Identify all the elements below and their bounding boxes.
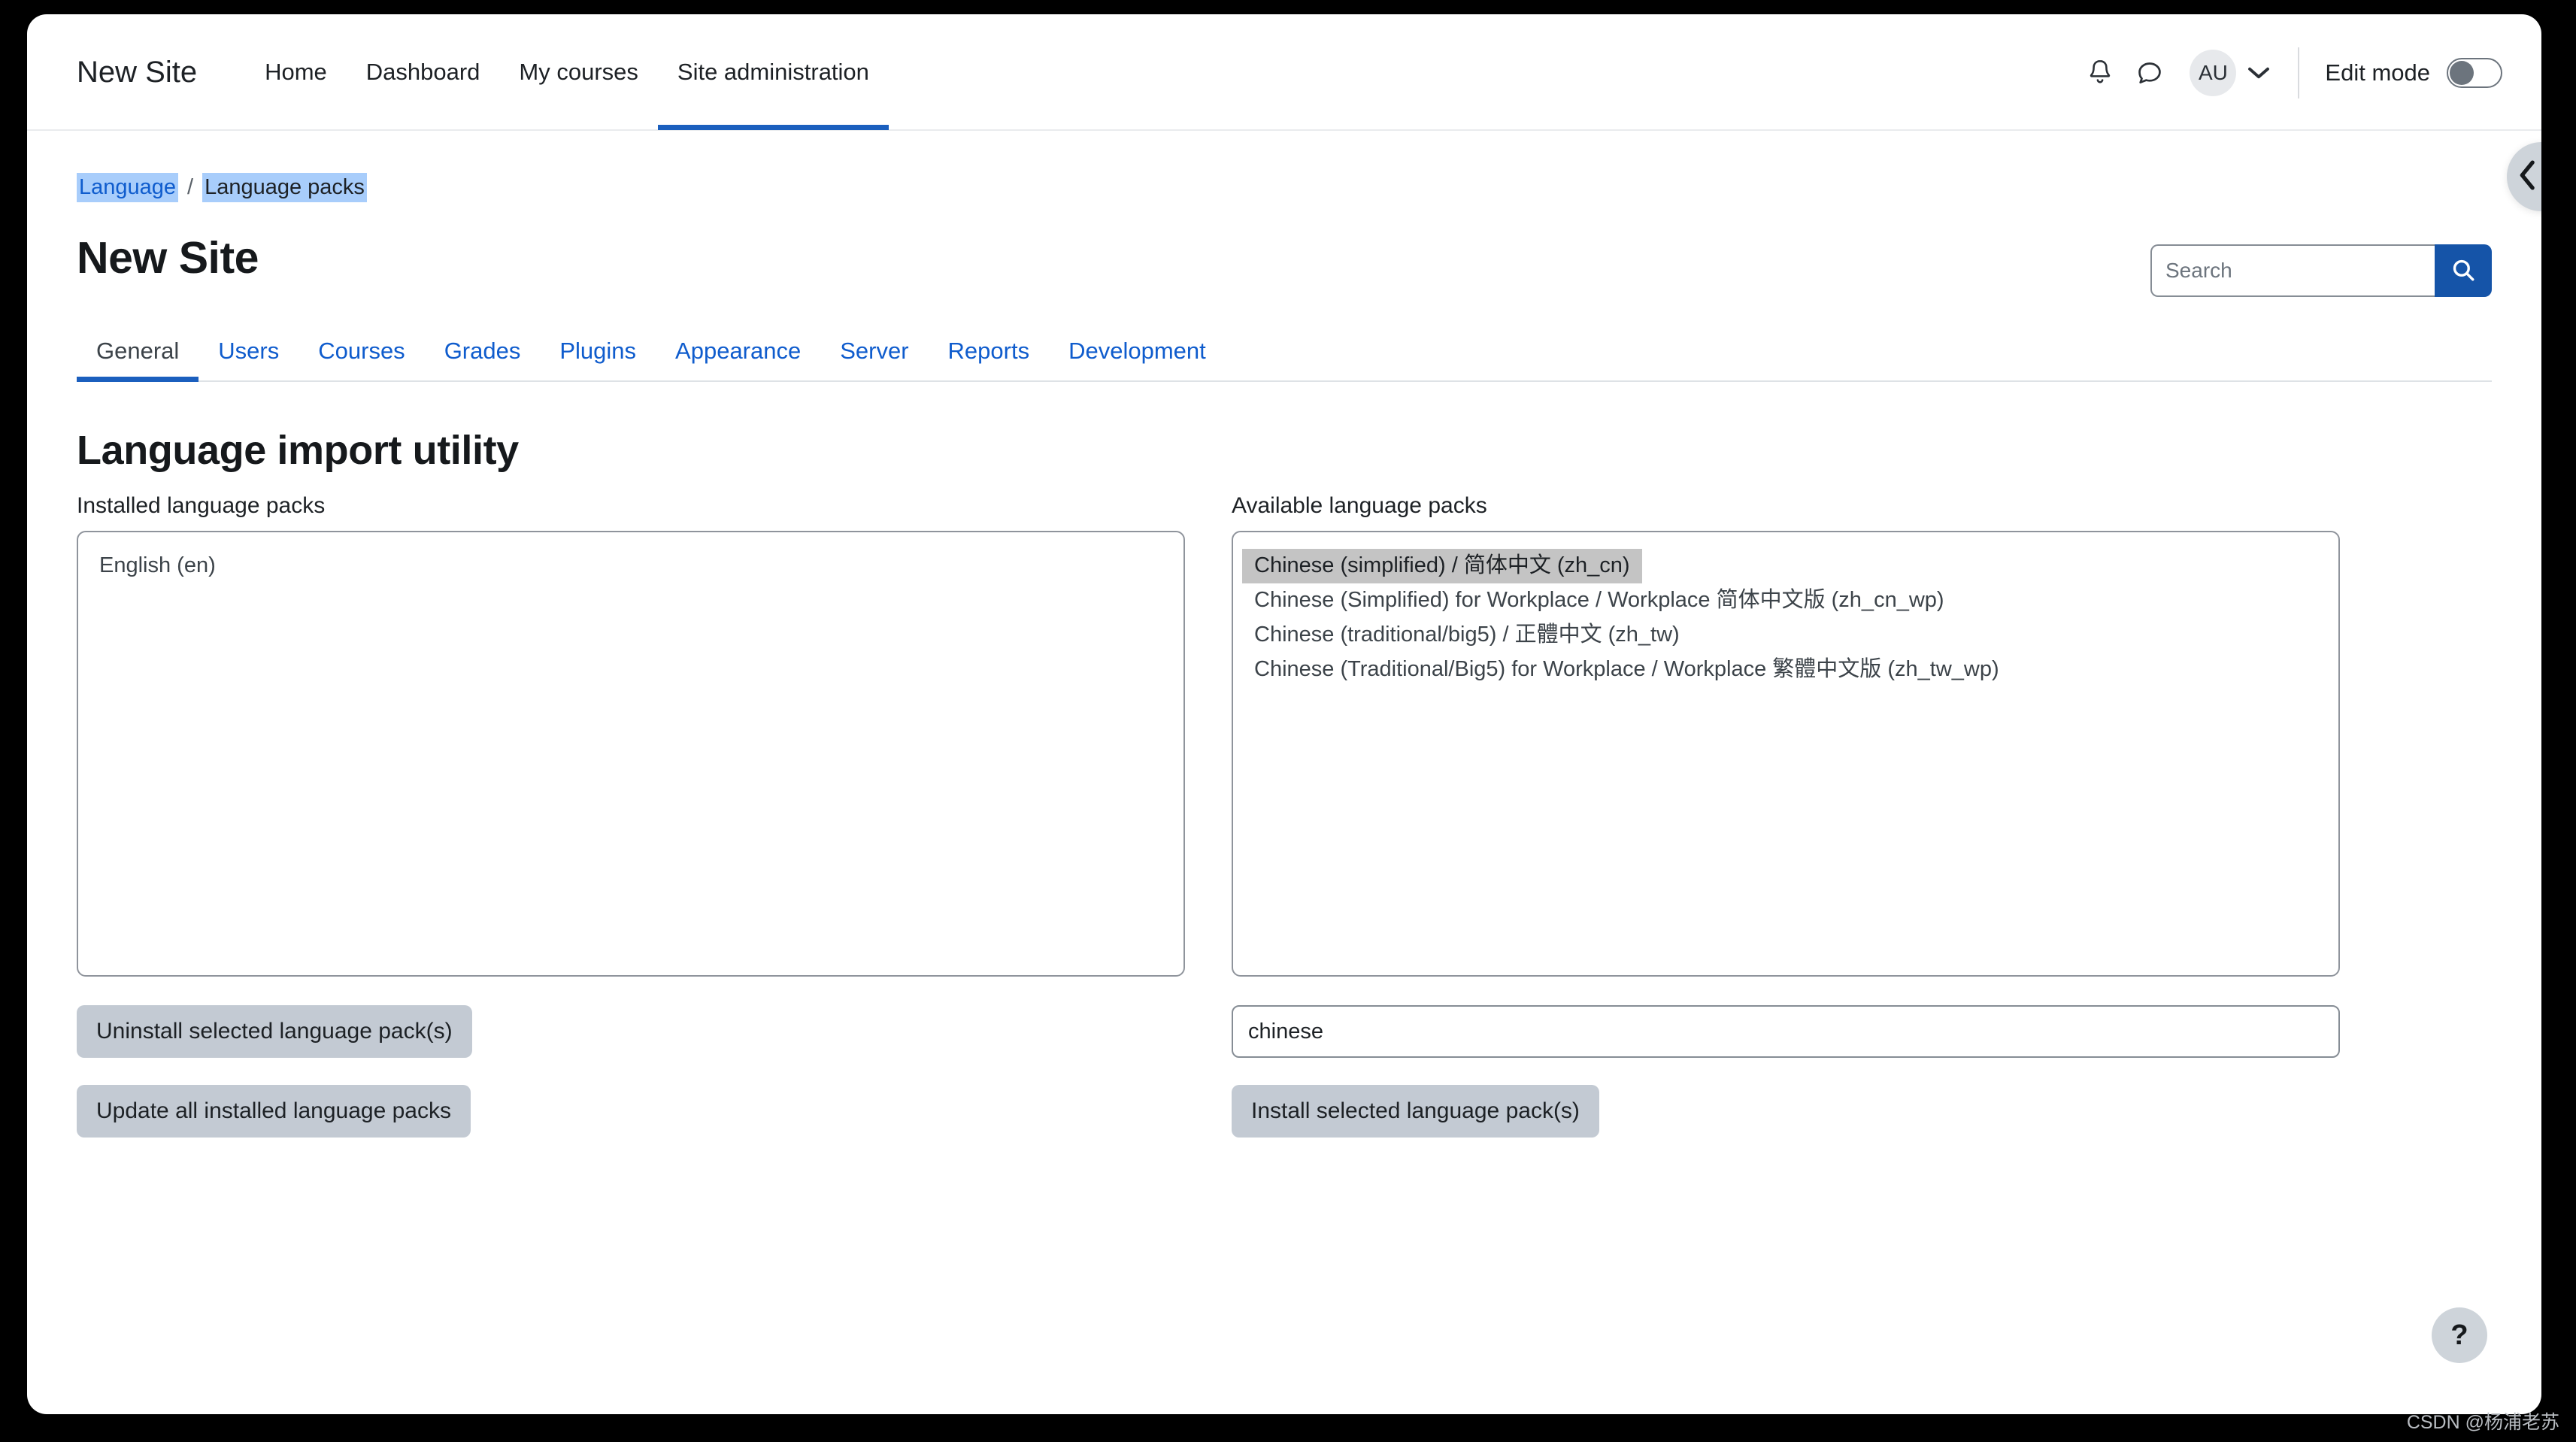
available-packs-listbox[interactable]: Chinese (simplified) / 简体中文 (zh_cn) Chin…: [1232, 531, 2340, 977]
available-packs-label: Available language packs: [1232, 493, 1487, 518]
tab-general[interactable]: General: [77, 329, 199, 382]
language-filter-input[interactable]: [1232, 1005, 2340, 1058]
uninstall-button-wrap: Uninstall selected language pack(s): [77, 1005, 1185, 1058]
browser-content-card: New Site Home Dashboard My courses Site …: [27, 14, 2541, 1414]
nav-item-home[interactable]: Home: [245, 14, 347, 130]
tab-grades[interactable]: Grades: [425, 329, 541, 380]
installed-option-english[interactable]: English (en): [87, 549, 228, 583]
user-avatar[interactable]: AU: [2190, 49, 2237, 96]
available-packs-column: Available language packs Chinese (simpli…: [1232, 495, 2340, 1138]
page-body: Language / Language packs New Site Searc…: [27, 131, 2541, 1138]
search-input[interactable]: [2150, 244, 2435, 297]
screenshot-root: New Site Home Dashboard My courses Site …: [0, 0, 2576, 1442]
installed-packs-listbox[interactable]: English (en): [77, 531, 1185, 977]
page-content: Language / Language packs New Site Searc…: [27, 131, 2541, 1138]
nav-item-dashboard[interactable]: Dashboard: [347, 14, 500, 130]
filter-input-wrap: [1232, 1005, 2340, 1058]
search-icon: [2450, 257, 2476, 285]
navbar-divider: [2298, 47, 2300, 98]
navbar-right-controls: AU Edit mode: [2075, 14, 2502, 131]
tab-users[interactable]: Users: [199, 329, 299, 380]
edit-mode-label: Edit mode: [2325, 59, 2430, 86]
user-menu-chevron-down-icon[interactable]: [2241, 50, 2277, 95]
available-option-zh-tw[interactable]: Chinese (traditional/big5) / 正體中文 (zh_tw…: [1242, 618, 1692, 653]
notifications-bell-icon[interactable]: [2075, 48, 2125, 98]
install-selected-button[interactable]: Install selected language pack(s): [1232, 1085, 1599, 1138]
section-heading: Language import utility: [77, 428, 519, 473]
update-all-button[interactable]: Update all installed language packs: [77, 1085, 471, 1138]
edit-mode-toggle-knob: [2450, 60, 2474, 85]
breadcrumb: Language / Language packs: [77, 173, 2492, 202]
list-item: Chinese (Simplified) for Workplace / Wor…: [1242, 583, 2329, 618]
available-option-zh-cn-wp[interactable]: Chinese (Simplified) for Workplace / Wor…: [1242, 583, 1956, 618]
list-item: English (en): [87, 549, 1174, 583]
available-option-zh-tw-wp[interactable]: Chinese (Traditional/Big5) for Workplace…: [1242, 653, 2011, 687]
install-button-wrap: Install selected language pack(s): [1232, 1085, 2340, 1138]
search-button[interactable]: [2435, 244, 2492, 297]
site-brand[interactable]: New Site: [77, 57, 197, 87]
installed-packs-label: Installed language packs: [77, 493, 326, 518]
available-option-zh-cn[interactable]: Chinese (simplified) / 简体中文 (zh_cn): [1242, 549, 1642, 583]
list-item: Chinese (traditional/big5) / 正體中文 (zh_tw…: [1242, 618, 2329, 653]
breadcrumb-item-language[interactable]: Language: [77, 173, 179, 202]
tab-server[interactable]: Server: [820, 329, 928, 380]
tab-courses[interactable]: Courses: [299, 329, 424, 380]
uninstall-selected-button[interactable]: Uninstall selected language pack(s): [77, 1005, 472, 1058]
nav-item-my-courses[interactable]: My courses: [499, 14, 657, 130]
admin-category-tabs: General Users Courses Grades Plugins App…: [77, 329, 2492, 382]
tab-development[interactable]: Development: [1049, 329, 1226, 380]
admin-search-group: [2150, 244, 2492, 297]
edit-mode-toggle[interactable]: [2447, 57, 2502, 88]
list-item: Chinese (simplified) / 简体中文 (zh_cn): [1242, 549, 2329, 583]
tab-appearance[interactable]: Appearance: [656, 329, 820, 380]
nav-item-site-administration[interactable]: Site administration: [657, 14, 889, 130]
messages-icon[interactable]: [2125, 48, 2174, 98]
page-title: New Site: [77, 233, 259, 283]
primary-nav-links: Home Dashboard My courses Site administr…: [245, 14, 889, 130]
help-button[interactable]: ?: [2432, 1307, 2487, 1363]
list-item: Chinese (Traditional/Big5) for Workplace…: [1242, 653, 2329, 687]
tab-reports[interactable]: Reports: [929, 329, 1050, 380]
chevron-left-icon: [2518, 159, 2541, 194]
update-button-wrap: Update all installed language packs: [77, 1085, 1185, 1138]
page-header-row: New Site: [77, 235, 2492, 297]
primary-navbar: New Site Home Dashboard My courses Site …: [27, 14, 2541, 131]
watermark-text: CSDN @杨浦老苏: [2406, 1412, 2559, 1433]
tab-plugins[interactable]: Plugins: [540, 329, 656, 380]
language-import-columns: Installed language packs English (en) Un…: [77, 495, 2492, 1138]
breadcrumb-separator: /: [187, 175, 194, 199]
installed-packs-column: Installed language packs English (en) Un…: [77, 495, 1185, 1138]
breadcrumb-item-language-packs: Language packs: [202, 173, 367, 202]
